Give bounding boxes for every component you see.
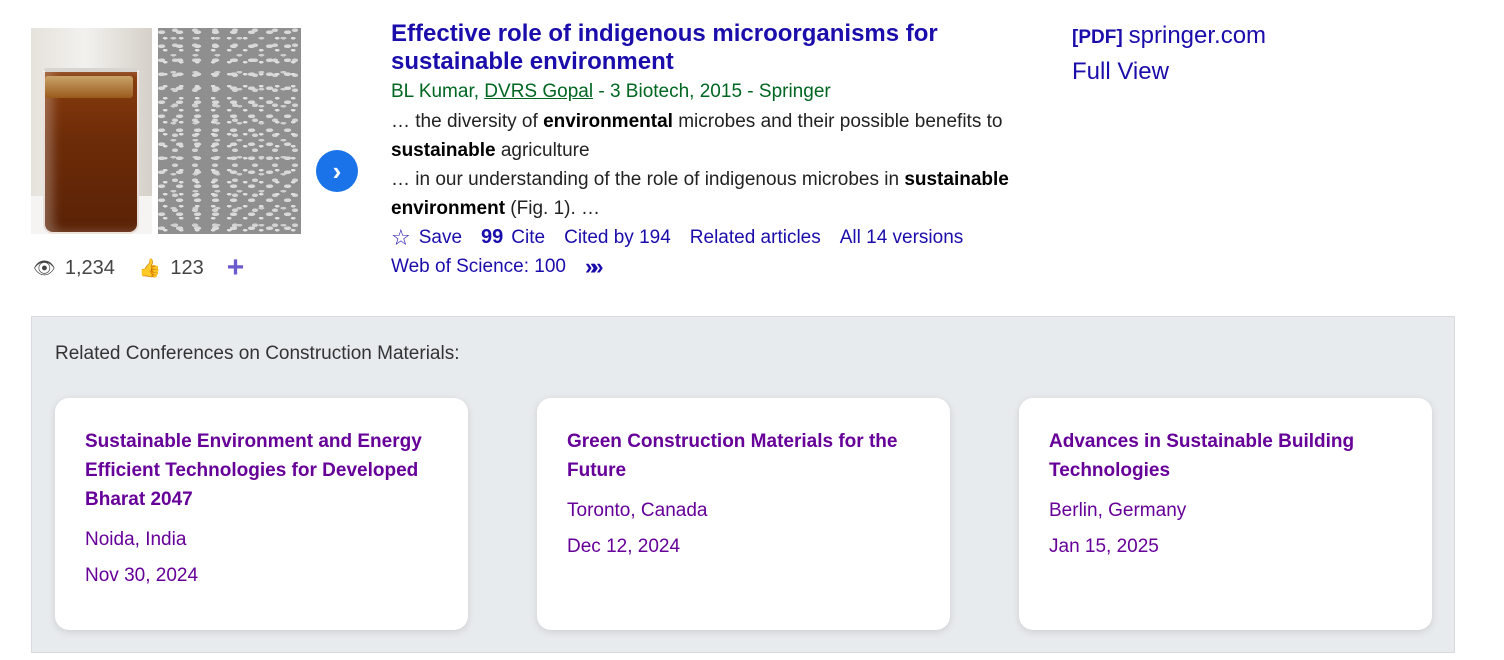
publication-info: - 3 Biotech, 2015 - Springer: [598, 81, 831, 102]
full-view-link[interactable]: Full View: [1072, 54, 1266, 90]
conference-location: Berlin, Germany: [1049, 500, 1187, 521]
search-result: Effective role of indigenous microorgani…: [391, 20, 1051, 281]
views-count: 1,234: [64, 256, 115, 279]
conference-card[interactable]: Sustainable Environment and Energy Effic…: [55, 398, 468, 630]
save-button[interactable]: ☆ Save: [391, 223, 462, 252]
result-title-link[interactable]: Effective role of indigenous microorgani…: [391, 20, 938, 75]
panel-heading: Related Conferences on Construction Mate…: [55, 343, 460, 364]
save-label: Save: [418, 227, 463, 248]
pdf-domain[interactable]: springer.com: [1129, 22, 1266, 49]
cited-by-link[interactable]: Cited by 194: [564, 223, 671, 252]
result-side-links: [PDF] springer.com Full View: [1072, 20, 1266, 90]
result-actions: ☆ Save 99 Cite Cited by 194 Related arti…: [391, 223, 1051, 281]
conference-title[interactable]: Green Construction Materials for the Fut…: [567, 427, 920, 485]
related-articles-link[interactable]: Related articles: [690, 223, 821, 252]
conference-location: Noida, India: [85, 529, 187, 550]
chevron-right-icon: ›: [332, 155, 342, 186]
cite-label: Cite: [511, 227, 546, 248]
result-thumbnails[interactable]: [31, 28, 301, 234]
all-versions-link[interactable]: All 14 versions: [840, 223, 964, 252]
snippet-line-4: environment (Fig. 1). …: [391, 198, 601, 219]
conference-location: Toronto, Canada: [567, 500, 708, 521]
likes-count: 123: [170, 256, 204, 279]
author-2-link[interactable]: DVRS Gopal: [484, 81, 593, 102]
conference-card[interactable]: Advances in Sustainable Building Technol…: [1019, 398, 1432, 630]
beaker-photo-thumbnail[interactable]: [31, 28, 152, 234]
pdf-tag[interactable]: [PDF]: [1072, 27, 1123, 48]
thumbs-up-icon[interactable]: 👍: [139, 259, 161, 277]
result-title-part1[interactable]: Effective role of indigenous microorgani…: [391, 20, 938, 47]
likes-stat[interactable]: 👍 123: [139, 257, 204, 280]
snippet-line-2: sustainable agriculture: [391, 140, 590, 161]
conference-title[interactable]: Sustainable Environment and Energy Effic…: [85, 427, 438, 514]
next-thumbnail-button[interactable]: ›: [316, 150, 358, 192]
conference-date: Jan 15, 2025: [1049, 536, 1159, 557]
result-stats: 👁 1,234 👍 123 +: [33, 253, 245, 283]
result-title-part2[interactable]: sustainable environment: [391, 48, 674, 75]
snippet-line-3: … in our understanding of the role of in…: [391, 169, 1009, 190]
conference-card[interactable]: Green Construction Materials for the Fut…: [537, 398, 950, 630]
result-title[interactable]: Effective role of indigenous microorgani…: [391, 20, 1051, 76]
conference-date: Nov 30, 2024: [85, 565, 199, 586]
conference-title[interactable]: Advances in Sustainable Building Technol…: [1049, 427, 1402, 485]
star-outline-icon: ☆: [391, 225, 411, 250]
result-authors: BL Kumar, DVRS Gopal - 3 Biotech, 2015 -…: [391, 79, 1051, 105]
plus-icon[interactable]: +: [227, 253, 245, 283]
quote-icon: 99: [481, 226, 504, 248]
snippet-line-1: … the diversity of environmental microbe…: [391, 111, 1003, 132]
conference-date: Dec 12, 2024: [567, 536, 681, 557]
cite-button[interactable]: 99 Cite: [481, 223, 545, 252]
photo-beaker-froth: [45, 76, 133, 98]
microscopy-thumbnail[interactable]: [158, 28, 301, 234]
pdf-link[interactable]: [PDF] springer.com: [1072, 20, 1266, 54]
eye-icon: 👁: [33, 258, 56, 278]
double-chevron-icon[interactable]: »»: [585, 252, 604, 281]
web-of-science-link[interactable]: Web of Science: 100: [391, 252, 566, 281]
result-snippet: … the diversity of environmental microbe…: [391, 107, 1051, 223]
related-conferences-panel: Related Conferences on Construction Mate…: [31, 316, 1455, 653]
author-1: BL Kumar,: [391, 81, 480, 102]
views-stat: 👁 1,234: [33, 257, 115, 280]
